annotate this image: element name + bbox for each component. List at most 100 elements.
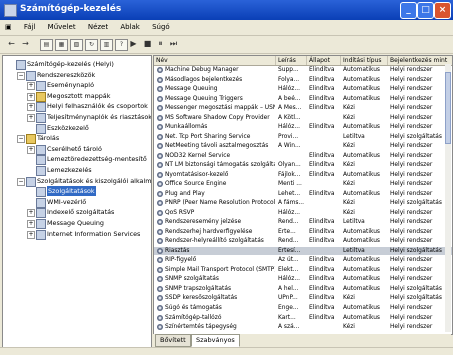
- service-row[interactable]: Másodlagos bejelentkezés Folya... Elindítv…: [154, 76, 452, 85]
- forward-arrow-icon[interactable]: →: [20, 39, 31, 49]
- properties-icon[interactable]: ▧: [70, 39, 83, 51]
- export-list-icon[interactable]: ▥: [100, 39, 113, 51]
- pause-icon[interactable]: ⏸: [155, 39, 166, 49]
- expand-icon[interactable]: +: [27, 220, 35, 228]
- service-name: Net. Tcp Port Sharing Service: [165, 133, 251, 140]
- column-header-startup-type[interactable]: Indítási típus: [341, 56, 388, 65]
- refresh-icon[interactable]: ↻: [85, 39, 98, 51]
- tree-item[interactable]: Számítógép-kezelés (Helyi): [3, 59, 151, 70]
- queue-icon: [36, 219, 46, 229]
- show-tree-icon[interactable]: ▦: [55, 39, 68, 51]
- computer-management-icon: [4, 4, 17, 17]
- restart-icon[interactable]: ⏭: [168, 39, 179, 49]
- service-row[interactable]: RIP-figyelő Az út... Elindítva Automatikus H…: [154, 256, 452, 265]
- service-row[interactable]: Message Queuing Hálóz... Elindítva Automati…: [154, 85, 452, 94]
- tree-item[interactable]: + Internet Information Services: [3, 229, 151, 240]
- scrollbar-thumb[interactable]: [445, 72, 451, 144]
- service-row[interactable]: Riasztás Értesí... Letiltva Helyi szolgálta…: [154, 246, 452, 256]
- collapse-icon[interactable]: −: [17, 135, 25, 144]
- tree-item[interactable]: + Helyi felhasználók és csoportok: [3, 101, 151, 113]
- tree-item[interactable]: + Eseménynapló: [3, 80, 151, 92]
- service-row[interactable]: SNMP szolgáltatás Hálóz... Elindítva Automa…: [154, 275, 452, 284]
- tree-item[interactable]: Szolgáltatások: [3, 186, 151, 198]
- tab-extended[interactable]: Bővített: [155, 334, 191, 347]
- service-row[interactable]: Rendszer-helyreállító szolgáltatás Rend..…: [154, 237, 452, 246]
- menu-window[interactable]: Ablak: [115, 21, 145, 33]
- column-header-status[interactable]: Állapot: [307, 56, 341, 65]
- service-row[interactable]: Net. Tcp Port Sharing Service Provi... Let…: [154, 133, 452, 142]
- tree-item[interactable]: WMI-vezérlő: [3, 197, 151, 208]
- tree-item[interactable]: Lemeztöredezettség-mentesítő: [3, 154, 151, 166]
- service-row[interactable]: Számítógép-tallózó Kart... Elindítva Automa…: [154, 314, 452, 323]
- service-row[interactable]: MS Software Shadow Copy Provider A Kötl..…: [154, 114, 452, 123]
- menu-view[interactable]: Nézet: [83, 21, 113, 33]
- service-description: Folya...: [278, 76, 300, 83]
- collapse-icon[interactable]: −: [17, 71, 25, 80]
- menu-file[interactable]: Fájl: [19, 21, 41, 33]
- tab-standard[interactable]: Szabványos: [191, 334, 240, 347]
- expand-icon[interactable]: +: [27, 92, 35, 101]
- service-row[interactable]: Nyomtatásisor-kezelő Fájlok... Elindítva Au…: [154, 171, 452, 180]
- expand-icon[interactable]: +: [27, 114, 35, 122]
- tree-item[interactable]: − Szolgáltatások és kiszolgálói alkalmazá…: [3, 176, 151, 187]
- maximize-button[interactable]: □: [417, 2, 434, 19]
- tree-item[interactable]: Eszközkezelő: [3, 123, 151, 134]
- play-icon[interactable]: ▶: [128, 39, 139, 49]
- tree-item[interactable]: − Rendszereszközök: [3, 70, 151, 81]
- help-icon[interactable]: ?: [115, 39, 128, 51]
- up-folder-icon[interactable]: ▤: [40, 39, 53, 51]
- column-header-name[interactable]: Név: [154, 56, 276, 65]
- service-row[interactable]: Message Queuing Triggers A beé... Elindítv…: [154, 95, 452, 104]
- tree-item[interactable]: + Teljesítménynaplók és riasztások: [3, 112, 151, 123]
- service-row[interactable]: Office Source Engine Menti ... Kézi Helyi r…: [154, 180, 452, 189]
- service-row[interactable]: PNRP (Peer Name Resolution Protocol) A fá…: [154, 199, 452, 208]
- storage-icon: [26, 134, 36, 145]
- collapse-icon[interactable]: −: [17, 177, 25, 186]
- console-tree[interactable]: Számítógép-kezelés (Helyi) − Rendszereszkö…: [2, 55, 152, 349]
- service-row[interactable]: Messenger megosztási mappák – USN-n...A …: [154, 104, 452, 113]
- vertical-scrollbar[interactable]: [445, 64, 451, 332]
- app-menu-icon[interactable]: ▣: [0, 21, 17, 33]
- expand-icon[interactable]: +: [27, 145, 35, 154]
- menu-help[interactable]: Súgó: [147, 21, 175, 33]
- service-row[interactable]: Színértemtés tápegység A szá... Kézi Helyi …: [154, 323, 452, 332]
- tree-item[interactable]: − Tárolás: [3, 133, 151, 145]
- expand-icon[interactable]: +: [27, 209, 35, 218]
- tree-item[interactable]: + Indexelő szolgáltatás: [3, 207, 151, 219]
- tree-item[interactable]: + Cserélhető tároló: [3, 144, 151, 155]
- service-row[interactable]: Munkaállomás Hálóz... Elindítva Automatikus…: [154, 123, 452, 132]
- service-description: Hálóz...: [278, 209, 300, 216]
- service-row[interactable]: NetMeeting távoli asztalmegosztás A Win..…: [154, 142, 452, 151]
- service-status: Elindítva: [309, 314, 335, 321]
- service-row[interactable]: Rendszeresemény jelzése Rend... Elindítva L…: [154, 218, 452, 227]
- service-row[interactable]: SSDP keresőszolgáltatás UPnP... Elindítva K…: [154, 294, 452, 303]
- close-button[interactable]: ×: [434, 2, 451, 19]
- service-name: Riasztás: [165, 247, 190, 254]
- menu-action[interactable]: Művelet: [43, 21, 81, 33]
- service-row[interactable]: QoS RSVP Hálóz... Kézi Helyi rendszer: [154, 209, 452, 218]
- tree-item[interactable]: Lemezkezelés: [3, 165, 151, 176]
- service-row[interactable]: NT LM biztonsági támogatás szolgáltatója…: [154, 161, 452, 170]
- tree-item[interactable]: + Message Queuing: [3, 218, 151, 229]
- tree-item[interactable]: + Megosztott mappák: [3, 91, 151, 102]
- expand-icon[interactable]: +: [27, 103, 35, 112]
- service-row[interactable]: SNMP trapszolgáltatás A hel... Elindítva Au…: [154, 285, 452, 294]
- service-row[interactable]: Rendszerhej hardverfigyelése Érte... Elind…: [154, 228, 452, 237]
- service-row[interactable]: Plug and Play Lehet... Elindítva Automatiku…: [154, 190, 452, 199]
- expand-icon[interactable]: +: [27, 82, 35, 91]
- back-arrow-icon[interactable]: ←: [6, 39, 17, 49]
- minimize-button[interactable]: _: [400, 2, 417, 19]
- services-list[interactable]: Név Leírás Állapot Indítási típus Bejele…: [153, 55, 453, 335]
- service-row[interactable]: Súgó és támogatás Enge... Elindítva Automat…: [154, 304, 452, 313]
- expand-icon[interactable]: +: [27, 230, 35, 239]
- service-row[interactable]: NOD32 Kernel Service Elindítva Automatikus…: [154, 152, 452, 161]
- service-startup-type: Automatikus: [343, 228, 381, 235]
- stop-icon[interactable]: ■: [142, 39, 153, 49]
- tools-icon: [26, 70, 36, 81]
- column-header-log-on-as[interactable]: Bejelentkezés mint: [388, 56, 452, 65]
- service-row[interactable]: Machine Debug Manager Supp... Elindítva Aut…: [154, 66, 452, 75]
- title-bar[interactable]: Számítógép-kezelés _ □ ×: [0, 0, 453, 20]
- column-header-description[interactable]: Leírás: [276, 56, 307, 65]
- service-gear-icon: [157, 133, 163, 140]
- service-row[interactable]: Simple Mail Transport Protocol (SMTP) Ele…: [154, 266, 452, 275]
